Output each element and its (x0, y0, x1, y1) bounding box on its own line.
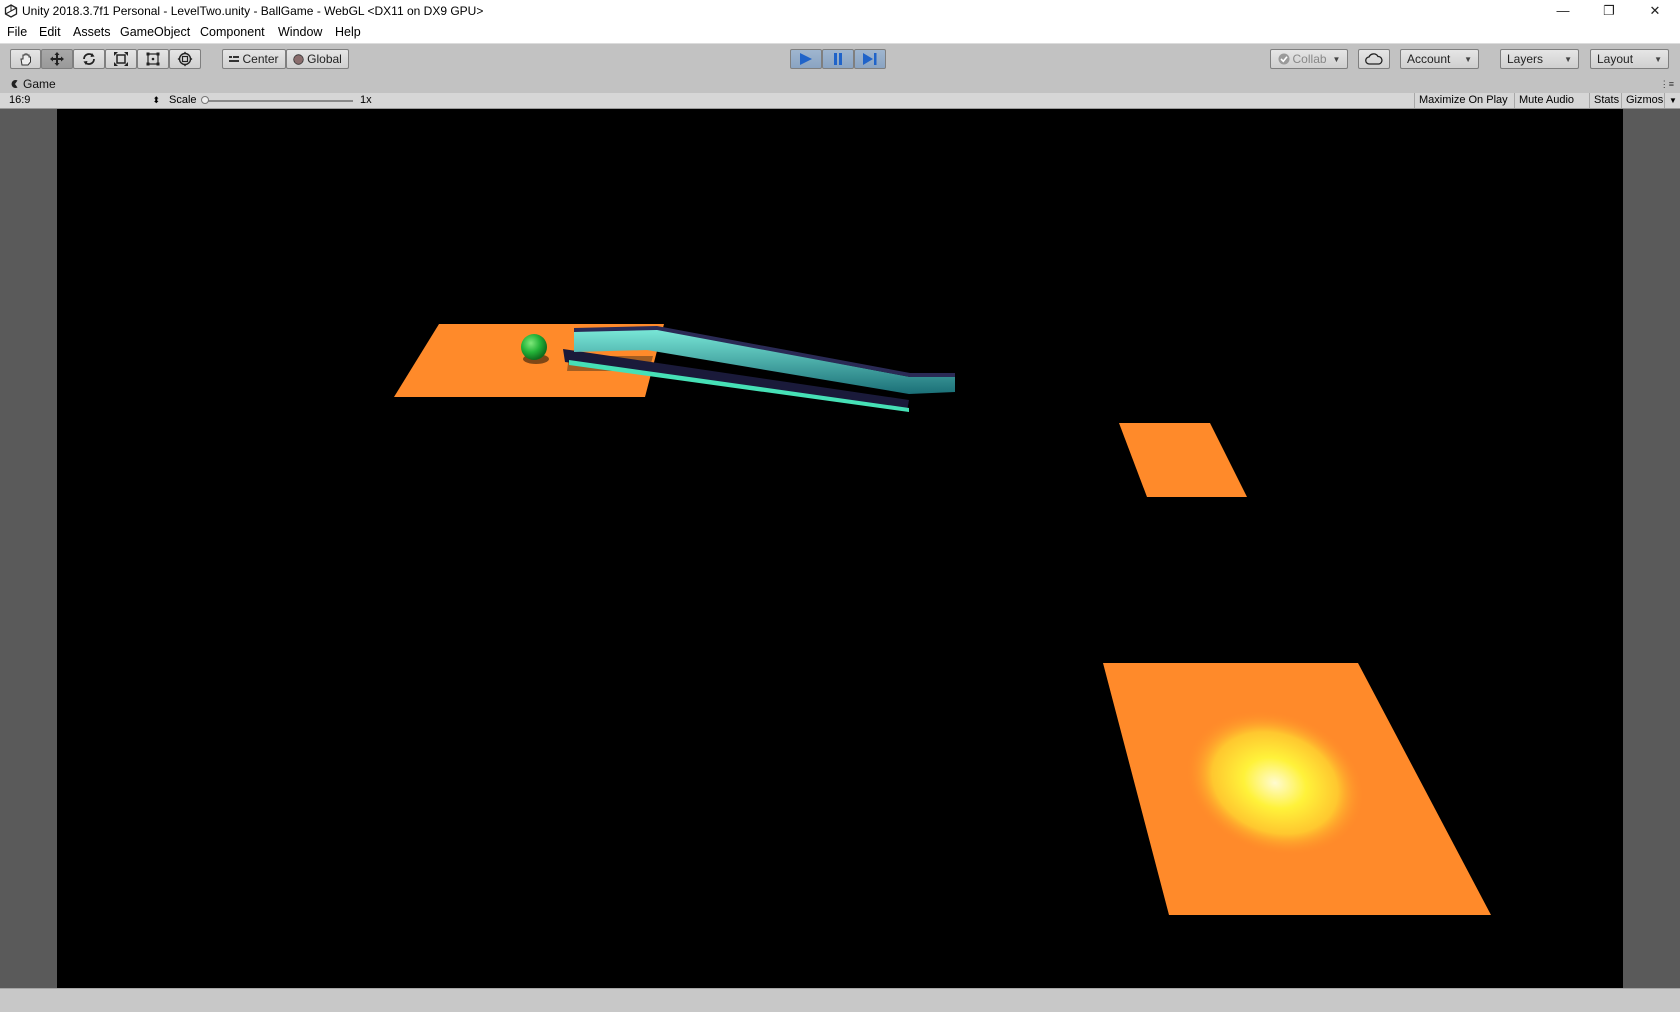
play-icon (800, 53, 812, 65)
layers-label: Layers (1507, 52, 1544, 66)
restore-button[interactable]: ❐ (1586, 0, 1632, 22)
pivot-center-icon (229, 56, 240, 62)
minimize-button[interactable]: — (1540, 0, 1586, 22)
rotate-tool-icon (83, 53, 95, 65)
layers-dropdown[interactable]: Layers ▼ (1500, 49, 1579, 69)
layout-dropdown[interactable]: Layout ▼ (1590, 49, 1669, 69)
game-viewport[interactable] (57, 109, 1623, 988)
play-button[interactable] (790, 49, 822, 69)
chevron-down-icon: ▼ (1564, 54, 1572, 64)
menu-edit[interactable]: Edit (39, 25, 61, 39)
window-titlebar: Unity 2018.3.7f1 Personal - LevelTwo.uni… (0, 0, 1680, 22)
chevron-down-icon: ▼ (1654, 54, 1662, 64)
account-label: Account (1407, 52, 1451, 66)
scale-tool-icon (114, 52, 128, 66)
close-button[interactable]: ✕ (1632, 0, 1678, 22)
collab-button[interactable]: Collab ▼ (1270, 49, 1348, 69)
chevron-down-icon: ▼ (1464, 54, 1472, 64)
layout-label: Layout (1597, 52, 1634, 66)
rotate-tool-button[interactable] (73, 49, 105, 69)
checkmark-icon (1278, 53, 1290, 65)
scale-slider-thumb[interactable] (201, 96, 209, 104)
rect-tool-button[interactable] (137, 49, 169, 69)
chevron-down-icon[interactable]: ▼ (1664, 93, 1680, 108)
scale-label: Scale (169, 94, 197, 106)
scale-slider-track[interactable] (205, 100, 353, 102)
game-tab-label: Game (23, 77, 56, 91)
window-title: Unity 2018.3.7f1 Personal - LevelTwo.uni… (22, 4, 484, 18)
transform-tool-icon (177, 51, 193, 67)
player-ball (521, 334, 547, 360)
game-options-bar: 16:9 ⬍ Scale 1x Maximize On Play Mute Au… (0, 93, 1680, 109)
account-dropdown[interactable]: Account ▼ (1400, 49, 1479, 69)
gizmos-toggle[interactable]: Gizmos (1621, 93, 1667, 108)
game-tab-bar: Game ⋮≡ (0, 76, 1680, 93)
pause-button[interactable] (822, 49, 854, 69)
status-bar (0, 988, 1680, 1012)
menu-window[interactable]: Window (278, 25, 322, 39)
pivot-center-button[interactable]: Center (222, 49, 286, 69)
step-icon (863, 53, 877, 65)
stats-toggle[interactable]: Stats (1589, 93, 1623, 108)
global-icon (293, 53, 304, 65)
hand-tool-button[interactable] (10, 49, 41, 69)
unity-logo-icon (4, 4, 18, 18)
menu-gameobject[interactable]: GameObject (120, 25, 190, 39)
game-scene (394, 324, 1491, 915)
maximize-on-play-toggle[interactable]: Maximize On Play (1414, 93, 1512, 108)
rect-tool-icon (146, 52, 160, 66)
menu-assets[interactable]: Assets (73, 25, 111, 39)
cloud-icon (1365, 53, 1383, 65)
mute-audio-toggle[interactable]: Mute Audio (1514, 93, 1578, 108)
scale-tool-button[interactable] (105, 49, 137, 69)
tab-game[interactable]: Game (6, 76, 64, 93)
cloud-button[interactable] (1358, 49, 1390, 69)
pivot-center-label: Center (242, 52, 279, 66)
tab-menu-icon[interactable]: ⋮≡ (1660, 79, 1674, 90)
updown-arrows-icon: ⬍ (152, 95, 160, 105)
main-toolbar: Center Global Collab ▼ Account ▼ Layers … (0, 44, 1680, 77)
menu-bar: File Edit Assets GameObject Component Wi… (0, 22, 1680, 44)
scale-value: 1x (360, 94, 372, 106)
step-button[interactable] (854, 49, 886, 69)
chevron-down-icon: ▼ (1332, 54, 1341, 64)
game-icon (11, 80, 18, 88)
menu-help[interactable]: Help (335, 25, 361, 39)
middle-platform (1119, 423, 1247, 497)
pivot-global-button[interactable]: Global (286, 49, 349, 69)
move-tool-button[interactable] (41, 49, 73, 69)
transform-tool-button[interactable] (169, 49, 201, 69)
collab-label: Collab (1292, 52, 1327, 66)
menu-file[interactable]: File (7, 25, 27, 39)
menu-component[interactable]: Component (200, 25, 265, 39)
aspect-dropdown[interactable]: 16:9 ⬍ (6, 93, 162, 108)
pivot-global-label: Global (307, 52, 342, 66)
pause-icon (834, 53, 842, 65)
hand-tool-icon (19, 53, 31, 66)
move-tool-icon (50, 52, 64, 66)
aspect-label: 16:9 (9, 94, 31, 106)
